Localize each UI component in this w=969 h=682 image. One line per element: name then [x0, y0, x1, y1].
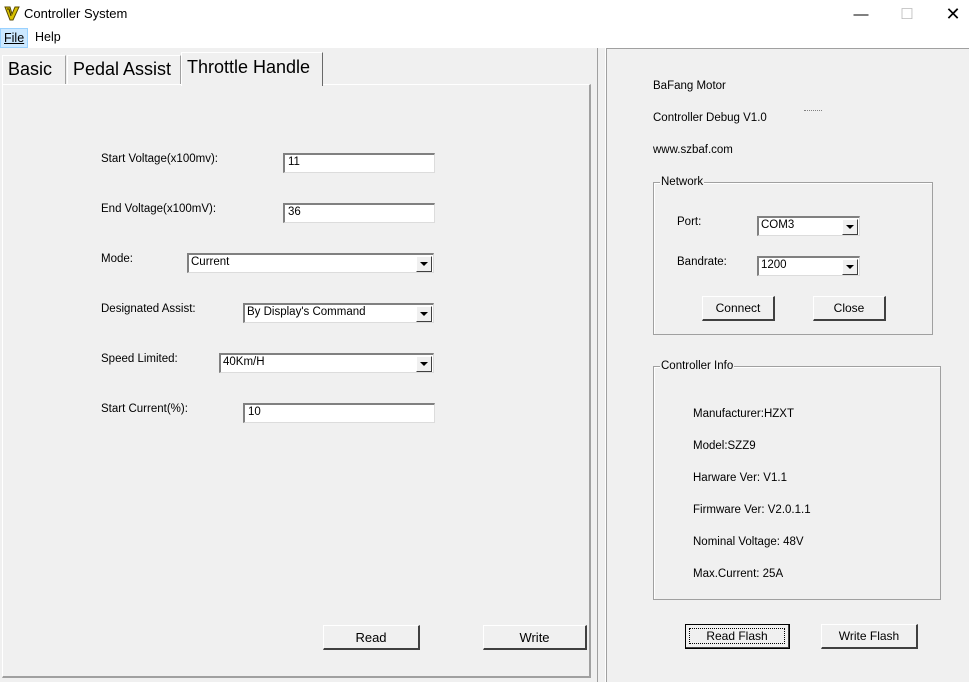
speed-limited-select[interactable]: 40Km/H — [219, 353, 434, 373]
minimize-button[interactable]: — — [838, 0, 884, 28]
bandrate-select[interactable]: 1200 — [757, 256, 860, 276]
mode-select[interactable]: Current — [187, 253, 434, 273]
designated-assist-label: Designated Assist: — [101, 303, 196, 315]
chevron-down-icon[interactable] — [416, 306, 432, 322]
port-select[interactable]: COM3 — [757, 216, 860, 236]
designated-assist-select[interactable]: By Display's Command — [243, 303, 434, 323]
write-button[interactable]: Write — [483, 625, 587, 650]
mode-label: Mode: — [101, 253, 133, 265]
title-bar: Controller System — ☐ ✕ — [0, 0, 969, 28]
window-title: Controller System — [24, 6, 128, 21]
network-group-title: Network — [660, 176, 705, 188]
tab-pedal-assist[interactable]: Pedal Assist — [67, 55, 181, 85]
start-voltage-input[interactable]: 11 — [283, 153, 435, 173]
nominal-voltage-label: Nominal Voltage: 48V — [693, 536, 804, 548]
chevron-down-icon[interactable] — [842, 259, 858, 275]
website-label: www.szbaf.com — [653, 144, 733, 156]
end-voltage-input[interactable]: 36 — [283, 203, 435, 223]
app-icon — [4, 6, 20, 21]
start-current-label: Start Current(%): — [101, 403, 188, 415]
bandrate-label: Bandrate: — [677, 256, 727, 268]
start-current-input[interactable]: 10 — [243, 403, 435, 423]
close-button[interactable]: Close — [813, 296, 886, 321]
app-version-label: Controller Debug V1.0 — [653, 112, 767, 124]
chevron-down-icon[interactable] — [416, 256, 432, 272]
speed-limited-label: Speed Limited: — [101, 353, 178, 365]
end-voltage-label: End Voltage(x100mV): — [101, 203, 217, 215]
start-voltage-label: Start Voltage(x100mv): — [101, 153, 218, 165]
read-button[interactable]: Read — [323, 625, 420, 650]
menu-help[interactable]: Help — [32, 28, 64, 48]
menu-bar: File Help — [0, 28, 969, 48]
port-value: COM3 — [761, 219, 795, 231]
pane-splitter[interactable] — [597, 48, 606, 682]
brand-label: BaFang Motor — [653, 80, 726, 92]
speed-limited-value: 40Km/H — [223, 356, 265, 368]
close-window-button[interactable]: ✕ — [930, 0, 969, 28]
mode-value: Current — [191, 256, 230, 268]
manufacturer-label: Manufacturer:HZXT — [693, 408, 794, 420]
max-current-label: Max.Current: 25A — [693, 568, 784, 580]
port-label: Port: — [677, 216, 702, 228]
designated-assist-value: By Display's Command — [247, 306, 366, 318]
bandrate-value: 1200 — [761, 259, 787, 271]
throttle-handle-panel — [2, 84, 591, 678]
chevron-down-icon[interactable] — [416, 356, 432, 372]
controller-info-group-title: Controller Info — [660, 360, 735, 372]
read-flash-button[interactable]: Read Flash — [685, 624, 790, 649]
connect-button[interactable]: Connect — [702, 296, 775, 321]
model-label: Model:SZZ9 — [693, 440, 756, 452]
tab-basic[interactable]: Basic — [2, 55, 66, 85]
decorative-mark — [804, 110, 822, 113]
firmware-version-label: Firmware Ver: V2.0.1.1 — [693, 504, 811, 516]
maximize-button[interactable]: ☐ — [884, 0, 930, 28]
menu-file[interactable]: File — [0, 28, 29, 48]
write-flash-button[interactable]: Write Flash — [821, 624, 918, 649]
hardware-version-label: Harware Ver: V1.1 — [693, 472, 787, 484]
tab-throttle-handle[interactable]: Throttle Handle — [181, 52, 323, 86]
chevron-down-icon[interactable] — [842, 219, 858, 235]
